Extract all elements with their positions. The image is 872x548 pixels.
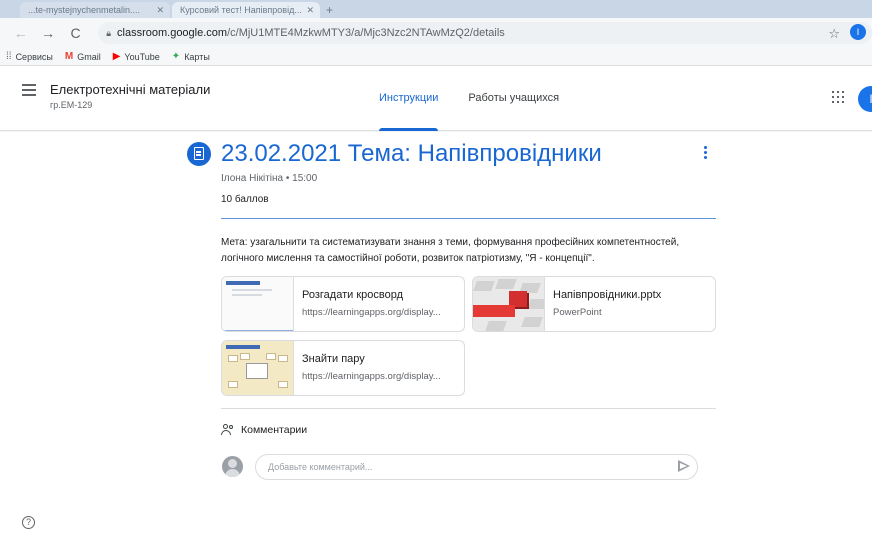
- attachment-thumbnail: [222, 341, 294, 395]
- assignment-details: 23.02.2021 Тема: Напівпровідники Ілона Н…: [0, 132, 872, 548]
- course-title[interactable]: Електротехнічні матеріали: [50, 82, 210, 97]
- assignment-points: 10 баллов: [221, 194, 269, 205]
- help-icon[interactable]: ?: [22, 516, 35, 529]
- attachment-link: https://learningapps.org/display...: [302, 307, 441, 318]
- comment-input[interactable]: [255, 454, 698, 480]
- attachment-link: https://learningapps.org/display...: [302, 371, 441, 382]
- gmail-icon: M: [64, 51, 74, 62]
- google-apps-icon[interactable]: [832, 91, 844, 103]
- assignment-icon: [187, 142, 211, 166]
- browser-tab-active[interactable]: Курсовий тест! Напівпровід... ✕: [172, 2, 320, 18]
- assignment-meta: Ілона Нікітіна • 15:00: [221, 173, 318, 184]
- hamburger-menu-icon[interactable]: [22, 84, 36, 99]
- browser-tabstrip: ...te-mystejnychenmetalin.... ✕ Курсовий…: [0, 0, 872, 18]
- comments-label: Комментарии: [241, 424, 308, 436]
- url-domain: classroom.google.com: [117, 27, 228, 39]
- attachment-find-pair[interactable]: Знайти пару https://learningapps.org/dis…: [221, 340, 465, 396]
- close-tab-icon[interactable]: ✕: [306, 2, 314, 18]
- reload-icon[interactable]: C: [67, 25, 84, 41]
- user-avatar: [222, 456, 243, 477]
- people-icon: [221, 424, 235, 436]
- bookmark-label: Сервисы: [15, 51, 53, 62]
- attachment-presentation[interactable]: Напівпровідники.pptx PowerPoint: [472, 276, 716, 332]
- browser-tab-label: ...te-mystejnychenmetalin....: [28, 5, 141, 15]
- attachment-thumbnail: [473, 277, 545, 331]
- youtube-icon: ▶: [112, 51, 121, 62]
- attachment-title: Напівпровідники.pptx: [553, 289, 662, 301]
- attachment-title: Знайти пару: [302, 353, 365, 365]
- bookmark-star-icon[interactable]: ☆: [828, 26, 840, 42]
- tab-instructions[interactable]: Инструкции: [364, 66, 453, 131]
- url-path: /c/MjU1MTE4MzkwMTY3/a/Mjc3Nzc2NTAwMzQ2/d…: [227, 27, 505, 39]
- comments-header: Комментарии: [221, 424, 307, 436]
- send-icon[interactable]: [678, 460, 690, 472]
- bookmark-label: Gmail: [77, 51, 101, 62]
- forward-arrow-icon[interactable]: →: [39, 25, 56, 41]
- attachment-crossword[interactable]: Розгадати кросворд https://learningapps.…: [221, 276, 465, 332]
- address-bar[interactable]: 🔒︎ classroom.google.com/c/MjU1MTE4MzkwMT…: [98, 22, 872, 44]
- browser-toolbar: ← → C 🔒︎ classroom.google.com/c/MjU1MTE4…: [0, 18, 872, 48]
- bookmark-youtube[interactable]: ▶ YouTube: [113, 51, 160, 62]
- new-tab-icon[interactable]: +: [326, 2, 333, 18]
- bookmark-label: Карты: [184, 51, 210, 62]
- attachment-type: PowerPoint: [553, 307, 602, 318]
- apps-icon: ⁞⁞: [6, 51, 12, 62]
- assignment-title: 23.02.2021 Тема: Напівпровідники: [221, 140, 602, 167]
- back-arrow-icon[interactable]: ←: [12, 25, 29, 41]
- close-tab-icon[interactable]: ✕: [156, 2, 164, 18]
- attachment-title: Розгадати кросворд: [302, 289, 403, 301]
- classroom-header: Електротехнічні матеріали гр.ЕМ-129 Инст…: [0, 66, 872, 131]
- bookmark-label: YouTube: [124, 51, 160, 62]
- divider: [221, 218, 716, 219]
- account-avatar[interactable]: I: [858, 86, 872, 112]
- browser-profile-avatar[interactable]: I: [850, 24, 866, 40]
- browser-tab[interactable]: ...te-mystejnychenmetalin.... ✕: [20, 2, 170, 18]
- more-options-icon[interactable]: [704, 146, 708, 161]
- bookmark-maps[interactable]: ✦ Карты: [172, 51, 210, 62]
- classroom-tabs: Инструкции Работы учащихся: [364, 66, 574, 131]
- assignment-description: Мета: узагальнити та систематизувати зна…: [221, 237, 680, 264]
- lock-icon: 🔒︎: [106, 27, 112, 38]
- bookmark-services[interactable]: ⁞⁞ Сервисы: [6, 51, 53, 62]
- tab-student-work[interactable]: Работы учащихся: [453, 66, 574, 131]
- bookmark-gmail[interactable]: M Gmail: [65, 51, 101, 62]
- course-subtitle: гр.ЕМ-129: [50, 100, 93, 110]
- browser-tab-label: Курсовий тест! Напівпровід...: [180, 5, 302, 15]
- attachment-thumbnail: [222, 277, 294, 331]
- maps-icon: ✦: [171, 51, 181, 62]
- divider: [221, 408, 716, 409]
- bookmarks-bar: ⁞⁞ Сервисы M Gmail ▶ YouTube ✦ Карты: [0, 48, 872, 66]
